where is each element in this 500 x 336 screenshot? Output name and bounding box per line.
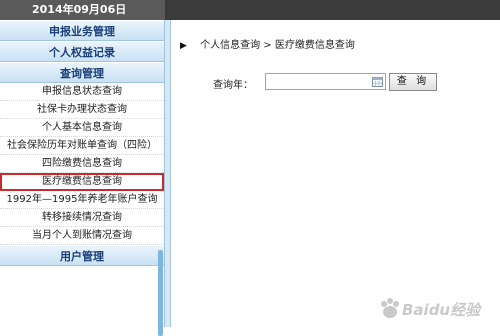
- sidebar-section-declaration[interactable]: 申报业务管理: [0, 20, 164, 41]
- current-date: 2014年09月06日: [0, 0, 165, 20]
- sidebar-item-declaration-status[interactable]: 申报信息状态查询: [0, 83, 164, 101]
- sidebar-item-transfer-status[interactable]: 转移接续情况查询: [0, 209, 164, 227]
- sidebar-item-pension-account[interactable]: 1992年—1995年养老年账户查询: [0, 191, 164, 209]
- top-bar: 2014年09月06日: [0, 0, 500, 20]
- sidebar-section-rights-record[interactable]: 个人权益记录: [0, 41, 164, 62]
- query-year-input[interactable]: [265, 73, 386, 90]
- sidebar-scrollbar[interactable]: [158, 250, 163, 336]
- breadcrumb-parent: 个人信息查询: [200, 40, 261, 51]
- breadcrumb: ▶ 个人信息查询 > 医疗缴费信息查询: [180, 36, 355, 51]
- calendar-icon[interactable]: [372, 76, 383, 87]
- sidebar-item-monthly-arrival[interactable]: 当月个人到账情况查询: [0, 227, 164, 245]
- sidebar-item-medical-payment[interactable]: 医疗缴费信息查询: [0, 173, 164, 191]
- sidebar-item-basic-info[interactable]: 个人基本信息查询: [0, 119, 164, 137]
- breadcrumb-current: 医疗缴费信息查询: [274, 40, 355, 51]
- query-year-label: 查询年：: [213, 80, 253, 91]
- sidebar-section-query-management[interactable]: 查询管理: [0, 62, 164, 83]
- query-button[interactable]: 查 询: [389, 73, 437, 91]
- sidebar-item-card-status[interactable]: 社保卡办理状态查询: [0, 101, 164, 119]
- breadcrumb-separator: >: [263, 40, 272, 51]
- sidebar-section-user-management[interactable]: 用户管理: [0, 245, 164, 266]
- sidebar: 申报业务管理 个人权益记录 查询管理 申报信息状态查询 社保卡办理状态查询 个人…: [0, 20, 165, 336]
- baidu-watermark-logo: Baidu经验: [381, 298, 483, 319]
- sidebar-item-statement-history[interactable]: 社会保险历年对账单查询（四险）: [0, 137, 164, 155]
- sidebar-item-four-insurance[interactable]: 四险缴费信息查询: [0, 155, 164, 173]
- panel-divider[interactable]: [165, 20, 171, 327]
- breadcrumb-arrow-icon: ▶: [180, 41, 187, 51]
- svg-text:Baidu经验: Baidu经验: [402, 301, 483, 319]
